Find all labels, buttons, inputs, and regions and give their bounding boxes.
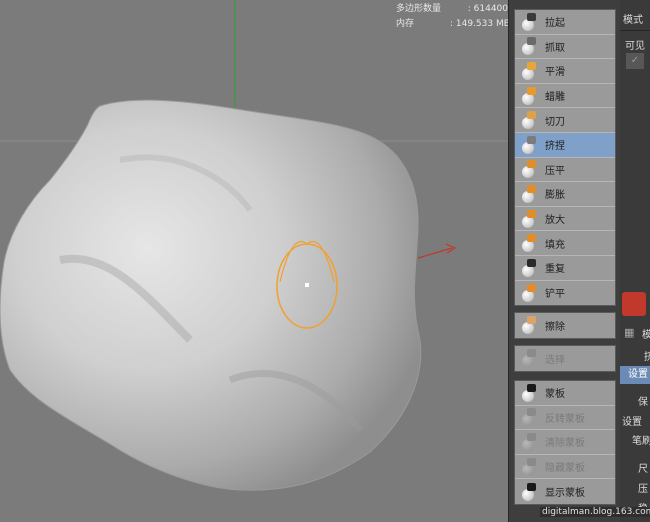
brush-name: 挤 (644, 352, 650, 363)
repeat-brush-icon (518, 258, 540, 278)
tool-erase-brush[interactable]: 擦除 (515, 313, 615, 338)
stat-value: : 614400 (467, 4, 508, 14)
3d-viewport[interactable]: 多边形数量 : 614400 内存 : 149.533 MB (0, 0, 508, 522)
viewport-canvas[interactable] (0, 0, 508, 522)
tool-select-brush[interactable]: 选择 (515, 346, 615, 371)
select-brush-icon (518, 348, 540, 368)
tab-settings[interactable]: 设置 (620, 366, 650, 384)
tool-hide-mask[interactable]: 隐藏蒙板 (515, 455, 615, 480)
tool-label: 显示蒙板 (545, 488, 585, 500)
stat-label: 内存 (396, 19, 415, 29)
sculpt-tool-palette: 拉起抓取平滑蜡雕切刀挤捏压平膨胀放大填充重复铲平擦除选择蒙板反转蒙板清除蒙板隐藏… (508, 0, 620, 522)
tool-label: 平滑 (545, 67, 565, 79)
viewport-stats: 多边形数量 : 614400 内存 : 149.533 MB (396, 2, 508, 32)
tool-fill-brush[interactable]: 填充 (515, 231, 615, 256)
scrape-brush-icon (518, 283, 540, 303)
tool-label: 压平 (545, 165, 565, 177)
tool-label: 擦除 (545, 321, 565, 333)
mode-menu[interactable]: 模式 (623, 11, 643, 26)
tool-label: 选择 (545, 354, 565, 366)
knife-brush-icon (518, 110, 540, 130)
tool-invert-mask[interactable]: 反转蒙板 (515, 406, 615, 431)
tool-group-1: 拉起抓取平滑蜡雕切刀挤捏压平膨胀放大填充重复铲平 (514, 9, 616, 307)
stroke-label: 笔刷 (632, 436, 650, 447)
tool-label: 放大 (545, 215, 565, 227)
tool-pull-brush[interactable]: 拉起 (515, 10, 615, 35)
tool-label: 反转蒙板 (545, 413, 585, 425)
tool-flatten-brush[interactable]: 压平 (515, 158, 615, 183)
tool-group-3: 选择 (514, 345, 616, 372)
panel-divider (620, 30, 650, 31)
erase-brush-icon (518, 315, 540, 335)
tool-wax-brush[interactable]: 蜡雕 (515, 84, 615, 109)
attribute-panel: 模式 可见 ✓ ▦ 模 挤 设置 保 设置 笔刷 尺 压 稳 (620, 0, 650, 522)
invert-mask-icon (518, 407, 540, 427)
inflate-brush-icon (518, 184, 540, 204)
flatten-brush-icon (518, 159, 540, 179)
x-axis-arrow (417, 243, 457, 259)
pressure-label: 压 (638, 484, 648, 495)
watermark: digitalman.blog.163.com (540, 507, 650, 517)
mask-brush-icon (518, 383, 540, 403)
tool-mask-brush[interactable]: 蒙板 (515, 381, 615, 406)
grab-brush-icon (518, 36, 540, 56)
tool-label: 隐藏蒙板 (545, 463, 585, 475)
hide-mask-icon (518, 457, 540, 477)
polygon-count-row: 多边形数量 : 614400 (396, 2, 508, 17)
stat-label: 多边形数量 (396, 4, 442, 14)
size-label: 尺 (638, 464, 648, 475)
visible-column-header: 可见 (625, 41, 645, 52)
wax-brush-icon (518, 86, 540, 106)
magnify-brush-icon (518, 209, 540, 229)
smooth-brush-icon (518, 61, 540, 81)
tool-label: 挤捏 (545, 141, 565, 153)
settings-header: 设置 (622, 417, 642, 428)
clear-mask-icon (518, 432, 540, 452)
tool-label: 清除蒙板 (545, 438, 585, 450)
tool-group-4: 蒙板反转蒙板清除蒙板隐藏蒙板显示蒙板 (514, 380, 616, 505)
tool-scrape-brush[interactable]: 铲平 (515, 281, 615, 306)
pull-brush-icon (518, 12, 540, 32)
tool-group-2: 擦除 (514, 312, 616, 339)
tool-clear-mask[interactable]: 清除蒙板 (515, 430, 615, 455)
tool-grab-brush[interactable]: 抓取 (515, 35, 615, 60)
tool-label: 铲平 (545, 289, 565, 301)
tool-label: 切刀 (545, 116, 565, 128)
tool-label: 蜡雕 (545, 92, 565, 104)
tool-inflate-brush[interactable]: 膨胀 (515, 182, 615, 207)
visible-checkbox[interactable]: ✓ (626, 53, 644, 69)
tool-label: 拉起 (545, 18, 565, 30)
tool-label: 蒙板 (545, 389, 565, 401)
tool-label: 填充 (545, 239, 565, 251)
brush-center-dot (305, 283, 309, 287)
tool-magnify-brush[interactable]: 放大 (515, 207, 615, 232)
tool-label: 重复 (545, 264, 565, 276)
stat-value: : 149.533 MB (450, 19, 508, 29)
tool-label: 膨胀 (545, 190, 565, 202)
tool-pinch-brush[interactable]: 挤捏 (515, 132, 615, 158)
sculpt-tag-icon[interactable] (622, 292, 646, 316)
tool-knife-brush[interactable]: 切刀 (515, 108, 615, 133)
tool-label: 抓取 (545, 42, 565, 54)
show-mask-icon (518, 482, 540, 502)
grid-icon: ▦ (624, 326, 635, 339)
attribute-tab[interactable]: 模 (642, 326, 650, 341)
tool-show-mask[interactable]: 显示蒙板 (515, 479, 615, 504)
memory-row: 内存 : 149.533 MB (396, 17, 508, 32)
pinch-brush-icon (518, 135, 540, 155)
tool-repeat-brush[interactable]: 重复 (515, 256, 615, 281)
keep-label: 保 (638, 397, 648, 408)
tool-smooth-brush[interactable]: 平滑 (515, 59, 615, 84)
fill-brush-icon (518, 233, 540, 253)
